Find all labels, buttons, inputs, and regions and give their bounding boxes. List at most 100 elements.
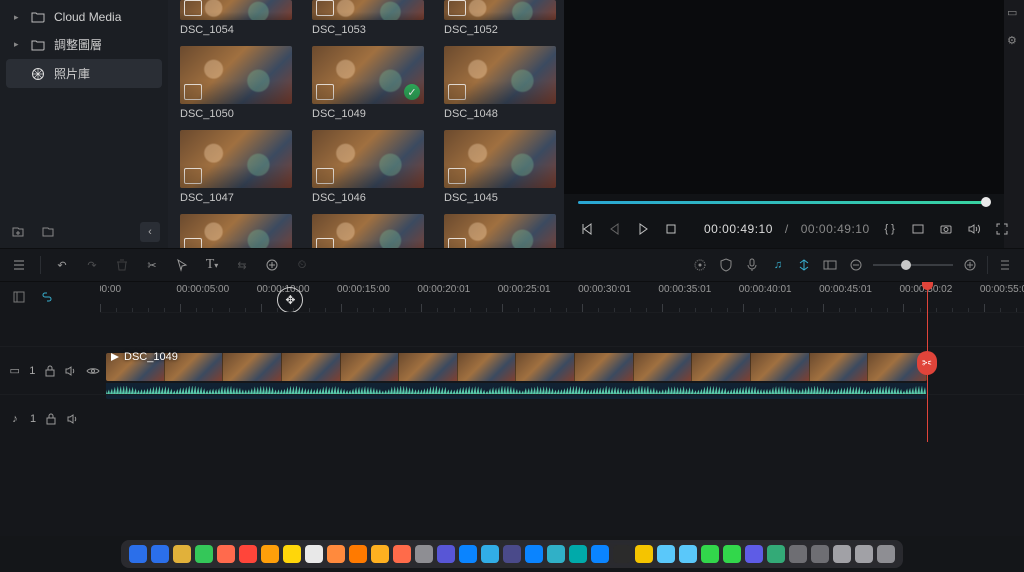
crop-icon[interactable] <box>263 256 281 274</box>
dock-app-icon[interactable] <box>789 545 807 563</box>
stop-button[interactable] <box>662 220 680 238</box>
dock-app-icon[interactable] <box>855 545 873 563</box>
dock-app-icon[interactable] <box>261 545 279 563</box>
dock-app-icon[interactable] <box>327 545 345 563</box>
pointer-icon[interactable] <box>173 256 191 274</box>
link-icon[interactable] <box>38 288 56 306</box>
rail-video-icon[interactable]: ▭ <box>1007 6 1021 20</box>
viewer-canvas[interactable] <box>564 0 1004 194</box>
dock-app-icon[interactable] <box>481 545 499 563</box>
marker-view-icon[interactable] <box>821 256 839 274</box>
dock-app-icon[interactable] <box>173 545 191 563</box>
zoom-out-icon[interactable] <box>847 256 865 274</box>
dock-app-icon[interactable] <box>745 545 763 563</box>
dock-app-icon[interactable] <box>393 545 411 563</box>
dock-app-icon[interactable] <box>415 545 433 563</box>
timeline-ruler[interactable]: 00:0000:00:05:0000:00:10:0000:00:15:0000… <box>100 282 1024 312</box>
rail-settings-icon[interactable]: ⚙ <box>1007 34 1021 48</box>
volume-icon[interactable] <box>966 221 982 237</box>
dock-app-icon[interactable] <box>723 545 741 563</box>
redo-icon[interactable]: ↷ <box>83 256 101 274</box>
shield-icon[interactable] <box>717 256 735 274</box>
trash-icon[interactable] <box>113 256 131 274</box>
dock-app-icon[interactable] <box>701 545 719 563</box>
collapse-sidebar-button[interactable]: ‹ <box>140 222 160 242</box>
scissors-icon[interactable]: ✂ <box>143 256 161 274</box>
mute-icon[interactable] <box>66 412 80 426</box>
track-height-icon[interactable] <box>996 256 1014 274</box>
timeline-options-icon[interactable] <box>10 288 28 306</box>
play-button[interactable] <box>634 220 652 238</box>
dock-app-icon[interactable] <box>459 545 477 563</box>
media-clip[interactable] <box>180 214 292 248</box>
playhead[interactable] <box>927 282 928 312</box>
dock-app-icon[interactable] <box>811 545 829 563</box>
zoom-in-icon[interactable] <box>961 256 979 274</box>
dock-app-icon[interactable] <box>151 545 169 563</box>
media-clip[interactable]: DSC_1048 <box>444 46 556 120</box>
dock-app-icon[interactable] <box>613 545 631 563</box>
text-tool-icon[interactable]: T▾ <box>203 256 221 274</box>
dock-app-icon[interactable] <box>877 545 895 563</box>
sidebar-item-photo-library[interactable]: 照片庫 <box>6 59 162 88</box>
dock-app-icon[interactable] <box>217 545 235 563</box>
audio-track-header[interactable]: ♪ 1 <box>0 394 100 442</box>
media-clip[interactable]: DSC_1052 <box>444 0 556 36</box>
speed-icon[interactable]: ⏲ <box>293 256 311 274</box>
snap-icon[interactable] <box>795 256 813 274</box>
dock-app-icon[interactable] <box>525 545 543 563</box>
dock-app-icon[interactable] <box>503 545 521 563</box>
dock-app-icon[interactable] <box>349 545 367 563</box>
dock-app-icon[interactable] <box>305 545 323 563</box>
import-file-icon[interactable] <box>8 222 28 242</box>
playhead-line[interactable] <box>927 312 928 442</box>
media-clip[interactable]: DSC_1054 <box>180 0 292 36</box>
dock-app-icon[interactable] <box>437 545 455 563</box>
dock-app-icon[interactable] <box>371 545 389 563</box>
video-track-header[interactable]: ▭ 1 <box>0 346 100 394</box>
mic-icon[interactable] <box>743 256 761 274</box>
dock-app-icon[interactable] <box>547 545 565 563</box>
lock-icon[interactable] <box>43 364 56 378</box>
media-clip[interactable]: DSC_1053 <box>312 0 424 36</box>
snapshot-icon[interactable] <box>938 221 954 237</box>
new-folder-icon[interactable] <box>38 222 58 242</box>
prev-frame-button[interactable] <box>578 220 596 238</box>
dock-app-icon[interactable] <box>239 545 257 563</box>
media-clip[interactable]: DSC_1050 <box>180 46 292 120</box>
viewer-scrubber[interactable] <box>564 194 1004 210</box>
media-clip[interactable]: ✓DSC_1049 <box>312 46 424 120</box>
fullscreen-icon[interactable] <box>994 221 1010 237</box>
dock-app-icon[interactable] <box>591 545 609 563</box>
timeline-clip[interactable] <box>106 353 927 381</box>
dock-app-icon[interactable] <box>635 545 653 563</box>
dock-app-icon[interactable] <box>767 545 785 563</box>
sidebar-item-cloud-media[interactable]: ▸ Cloud Media <box>6 4 162 30</box>
dock-app-icon[interactable] <box>283 545 301 563</box>
lock-icon[interactable] <box>44 412 58 426</box>
mute-icon[interactable] <box>65 364 78 378</box>
media-clip[interactable] <box>444 214 556 248</box>
timeline-list-icon[interactable] <box>10 256 28 274</box>
transition-icon[interactable]: ⇆ <box>233 256 251 274</box>
media-clip[interactable]: DSC_1047 <box>180 130 292 204</box>
media-clip[interactable]: DSC_1045 <box>444 130 556 204</box>
zoom-slider[interactable] <box>873 264 953 266</box>
auto-tool-icon[interactable] <box>691 256 709 274</box>
dock-app-icon[interactable] <box>679 545 697 563</box>
dock-app-icon[interactable] <box>657 545 675 563</box>
dock-app-icon[interactable] <box>569 545 587 563</box>
dock-app-icon[interactable] <box>833 545 851 563</box>
media-clip[interactable] <box>312 214 424 248</box>
music-icon[interactable]: ♫ <box>769 256 787 274</box>
dock-app-icon[interactable] <box>195 545 213 563</box>
brackets-icon[interactable]: { } <box>882 221 898 237</box>
audio-track-lane[interactable] <box>100 394 1024 442</box>
safe-area-icon[interactable] <box>910 221 926 237</box>
dock-app-icon[interactable] <box>129 545 147 563</box>
video-track-lane[interactable]: DSC_1049✂ <box>100 346 1024 394</box>
step-back-button[interactable] <box>606 220 624 238</box>
macos-dock[interactable] <box>121 540 903 568</box>
undo-icon[interactable]: ↶ <box>53 256 71 274</box>
media-clip[interactable]: DSC_1046 <box>312 130 424 204</box>
